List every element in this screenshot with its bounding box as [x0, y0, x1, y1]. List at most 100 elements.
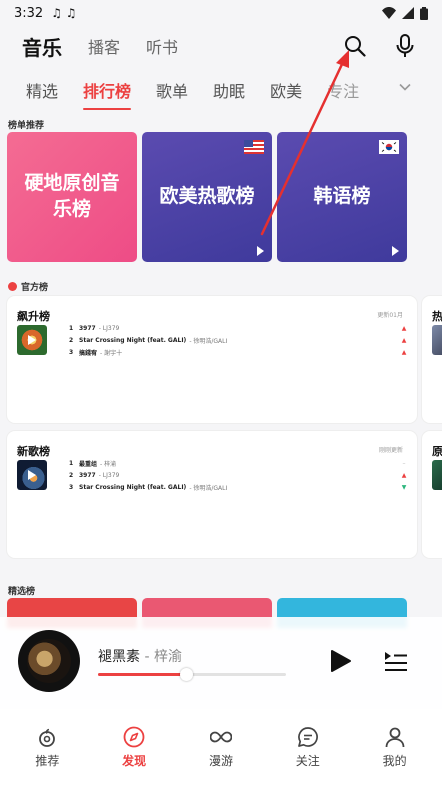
- song-name: Star Crossing Night (feat. GALI): [79, 483, 187, 491]
- user-icon: [385, 727, 404, 748]
- song-artist: - 梓渝: [100, 460, 117, 468]
- rank-card-western[interactable]: 欧美热歌榜: [142, 132, 272, 262]
- rank-cards: 硬地原创音乐榜 欧美热歌榜 韩语榜: [7, 132, 442, 262]
- play-icon[interactable]: [257, 246, 264, 256]
- now-playing-title[interactable]: 褪黑素 - 梓渝: [98, 646, 182, 666]
- song-rank: 1: [69, 459, 74, 467]
- official-badge-icon: [8, 282, 17, 291]
- play-button[interactable]: [330, 649, 352, 673]
- battery-icon: [420, 6, 428, 20]
- song-artist: - LJ379: [98, 324, 120, 332]
- trend-up-icon: ▲: [401, 324, 407, 332]
- song-rank: 1: [69, 324, 74, 332]
- category-featured[interactable]: 精选: [26, 78, 58, 102]
- song-artist: - 謝宇十: [100, 349, 123, 357]
- album-art: [27, 639, 71, 683]
- song-rank: 3: [69, 483, 74, 491]
- category-charts[interactable]: 排行榜: [83, 78, 132, 110]
- trend-up-icon: ▲: [401, 348, 407, 356]
- rank-card-indie[interactable]: 硬地原创音乐榜: [7, 132, 137, 262]
- nav-label: 推荐: [35, 754, 60, 768]
- song-rank: 3: [69, 348, 74, 356]
- list-item[interactable]: 3 Star Crossing Night (feat. GALI) - 徐明浩…: [69, 481, 407, 493]
- category-sleep[interactable]: 助眠: [213, 78, 245, 102]
- song-name: 3977: [79, 324, 96, 332]
- chart-card-hot-partial[interactable]: 热: [422, 296, 442, 423]
- progress-knob[interactable]: [180, 668, 194, 681]
- playback-progress[interactable]: [98, 668, 286, 681]
- album-disc[interactable]: [18, 630, 80, 692]
- list-item[interactable]: 2 3977 - LJ379 ▲: [69, 469, 407, 481]
- chart-card-new[interactable]: 新歌榜 刚刚更新 1 最重组 - 梓渝 – 2 3977 - LJ379 ▲ 3…: [7, 431, 417, 558]
- us-flag-icon: [244, 140, 264, 154]
- nav-roam[interactable]: 漫游: [181, 709, 261, 785]
- nav-label: 我的: [382, 754, 407, 768]
- song-artist: - LJ379: [98, 471, 120, 479]
- tab-music[interactable]: 音乐: [22, 32, 62, 61]
- play-icon[interactable]: [28, 335, 36, 345]
- tab-audiobook[interactable]: 听书: [146, 34, 178, 58]
- chart-update-text: 刚刚更新: [378, 447, 403, 454]
- trend-flat-icon: –: [402, 459, 406, 467]
- chart-title: 新歌榜: [17, 445, 50, 458]
- category-playlists[interactable]: 歌单: [156, 78, 188, 102]
- chart-card-rising[interactable]: 飙升榜 更新01月 1 3977 - LJ379 ▲ 2 Star Crossi…: [7, 296, 417, 423]
- microphone-icon: [396, 34, 414, 57]
- nav-recommend[interactable]: 推荐: [7, 709, 87, 785]
- voice-button[interactable]: [390, 31, 420, 61]
- song-name: 最重组: [79, 460, 98, 468]
- play-icon[interactable]: [392, 246, 399, 256]
- trend-up-icon: ▲: [401, 471, 407, 479]
- rank-card-title: 欧美热歌榜: [159, 185, 255, 208]
- song-name: Star Crossing Night (feat. GALI): [79, 336, 187, 344]
- official-section-label: 官方榜: [8, 280, 48, 293]
- rank-card-title: 硬地原创音乐榜: [24, 172, 120, 220]
- rank-card-title: 韩语榜: [313, 185, 371, 208]
- chart-card-original-partial[interactable]: 原: [422, 431, 442, 558]
- song-name: 3977: [79, 471, 96, 479]
- chart-song-list: 1 最重组 - 梓渝 – 2 3977 - LJ379 ▲ 3 Star Cro…: [69, 457, 407, 493]
- nav-label: 漫游: [208, 754, 233, 768]
- chart-title: 原: [432, 445, 442, 458]
- trend-up-icon: ▲: [401, 336, 407, 344]
- bottom-nav: 推荐 发现 漫游 关注 我的: [0, 709, 442, 785]
- song-artist: - 徐明浩/GALI: [189, 484, 228, 492]
- play-icon[interactable]: [28, 470, 36, 480]
- rank-section-label: 榜单推荐: [8, 121, 45, 131]
- nav-profile[interactable]: 我的: [355, 709, 435, 785]
- compass-icon: [123, 726, 145, 748]
- song-name: 搞錢宥: [79, 349, 98, 357]
- status-time: 3:32: [14, 5, 44, 21]
- song-rank: 2: [69, 336, 74, 344]
- chart-title: 热: [432, 310, 442, 323]
- now-playing-artist: 梓渝: [153, 649, 182, 665]
- top-nav: 音乐 播客 听书: [0, 28, 442, 64]
- recommend-icon: [39, 728, 56, 747]
- nav-follow[interactable]: 关注: [268, 709, 348, 785]
- wifi-icon: [382, 7, 396, 19]
- list-item[interactable]: 1 3977 - LJ379 ▲: [69, 322, 407, 334]
- mini-player[interactable]: 褪黑素 - 梓渝: [0, 617, 442, 709]
- chevron-down-icon[interactable]: [398, 80, 412, 94]
- list-item[interactable]: 3 搞錢宥 - 謝宇十 ▲: [69, 346, 407, 358]
- rank-card-korean[interactable]: 韩语榜: [277, 132, 407, 262]
- title-separator: -: [140, 649, 154, 665]
- chart-song-list: 1 3977 - LJ379 ▲ 2 Star Crossing Night (…: [69, 322, 407, 358]
- list-item[interactable]: 1 最重组 - 梓渝 –: [69, 457, 407, 469]
- chart-title: 飙升榜: [17, 310, 50, 323]
- list-item[interactable]: 2 Star Crossing Night (feat. GALI) - 徐明浩…: [69, 334, 407, 346]
- tab-podcast[interactable]: 播客: [88, 34, 120, 58]
- official-label-text: 官方榜: [21, 283, 49, 293]
- category-focus[interactable]: 专注: [327, 78, 359, 102]
- trend-down-icon: ▼: [401, 483, 407, 491]
- category-western[interactable]: 欧美: [270, 78, 302, 102]
- picks-section-label: 精选榜: [8, 587, 36, 597]
- chat-icon: [297, 727, 318, 747]
- playlist-icon[interactable]: [384, 650, 408, 672]
- nav-discover[interactable]: 发现: [94, 709, 174, 785]
- search-button[interactable]: [340, 31, 370, 61]
- progress-fill: [98, 673, 187, 676]
- infinity-icon: [209, 731, 232, 743]
- category-tabs: 精选 排行榜 歌单 助眠 欧美 专注: [0, 72, 442, 110]
- korea-flag-icon: [379, 140, 399, 154]
